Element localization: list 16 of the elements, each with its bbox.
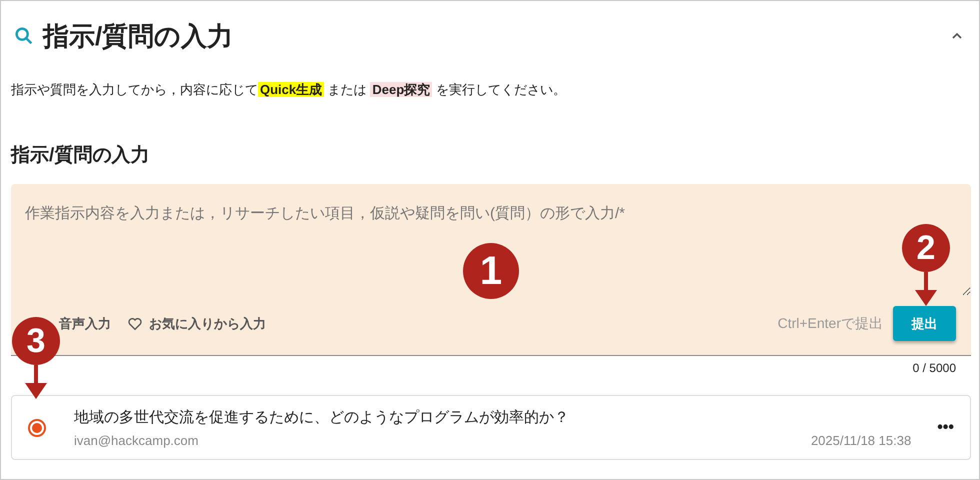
more-button[interactable]: ••• — [937, 418, 954, 436]
panel-title: 指示/質問の入力 — [43, 20, 234, 52]
section-title: 指示/質問の入力 — [11, 144, 150, 168]
author-email: ivan@hackcamp.com — [74, 432, 198, 448]
favorite-input-button[interactable]: お気に入りから入力 — [127, 314, 266, 332]
character-counter: 0 / 5000 — [912, 361, 956, 375]
voice-input-button[interactable]: 音声入力 — [59, 314, 111, 332]
question-text: 地域の多世代交流を促進するために、どのようなプログラムが効率的か？ — [74, 408, 570, 426]
shortcut-hint: Ctrl+Enterで提出 — [778, 314, 883, 332]
search-icon — [15, 27, 32, 44]
timestamp: 2025/11/18 15:38 — [810, 432, 912, 448]
collapse-icon[interactable] — [952, 32, 962, 39]
heart-icon — [128, 318, 142, 330]
history-card[interactable]: 地域の多世代交流を促進するために、どのようなプログラムが効率的か？ ivan@hackcamp.com 2025/11/18 15:38 ••• — [11, 395, 971, 460]
instruction-text: 指示や質問を入力してから，内容に応じて Quick生成 または Deep探究 を実行してください。 — [11, 81, 567, 99]
radio-button[interactable] — [28, 418, 46, 436]
